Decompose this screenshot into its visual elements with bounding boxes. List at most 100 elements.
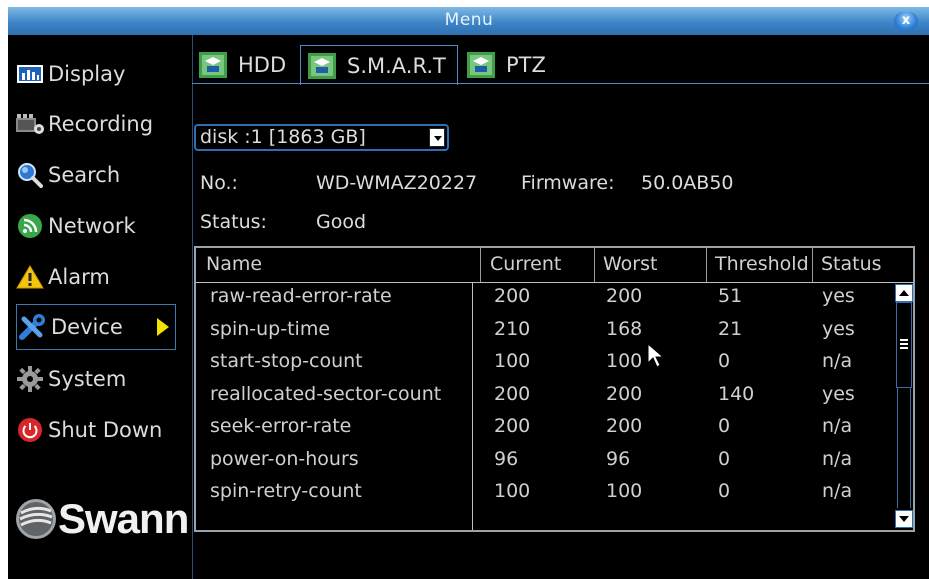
cell-threshold: 0 (718, 448, 731, 470)
cell-status: n/a (822, 350, 853, 372)
tab-smart[interactable]: S.M.A.R.T (300, 45, 458, 85)
cell-worst: 96 (606, 448, 631, 470)
sidebar-item-display[interactable]: Display (14, 51, 182, 97)
smart-table: Name Current Worst Threshold Status raw-… (194, 246, 915, 532)
sidebar: Display Recording Search Network Alarm D… (8, 35, 193, 579)
header-worst: Worst (603, 253, 658, 275)
sidebar-item-alarm[interactable]: Alarm (14, 254, 182, 300)
cell-worst: 200 (606, 285, 643, 307)
table-row[interactable]: reallocated-sector-count 200 200 140 yes (196, 383, 896, 415)
tab-ptz[interactable]: PTZ (466, 45, 546, 85)
disk-select-value: disk :1 [1863 GB] (200, 126, 366, 148)
cell-current: 200 (494, 415, 531, 437)
cell-worst: 100 (606, 350, 643, 372)
table-row[interactable]: power-on-hours 96 96 0 n/a (196, 448, 896, 480)
serial-number-label: No.: (200, 172, 238, 194)
tab-underline (192, 83, 929, 84)
table-row[interactable]: seek-error-rate 200 200 0 n/a (196, 415, 896, 447)
system-icon (14, 365, 46, 393)
device-icon (17, 313, 49, 341)
search-icon (14, 161, 46, 189)
cell-name: start-stop-count (210, 350, 363, 372)
firmware-label: Firmware: (521, 172, 615, 194)
display-icon (14, 60, 46, 88)
chevron-down-icon[interactable] (429, 128, 445, 147)
table-row[interactable]: start-stop-count 100 100 0 n/a (196, 350, 896, 382)
cell-current: 100 (494, 480, 531, 502)
sidebar-item-label: Alarm (48, 265, 110, 289)
swann-logo-icon (16, 499, 56, 539)
sidebar-item-label: Display (48, 62, 126, 86)
sidebar-item-system[interactable]: System (14, 356, 182, 402)
cell-status: yes (822, 285, 855, 307)
active-arrow-icon (157, 318, 169, 336)
sidebar-item-recording[interactable]: Recording (14, 101, 182, 147)
ptz-tab-icon (467, 52, 495, 78)
scroll-thumb[interactable] (896, 302, 912, 388)
cell-name: raw-read-error-rate (210, 285, 392, 307)
header-threshold: Threshold (715, 253, 809, 275)
sidebar-item-network[interactable]: Network (14, 203, 182, 249)
power-icon (14, 416, 46, 444)
cell-current: 100 (494, 350, 531, 372)
sidebar-item-device[interactable]: Device (16, 304, 176, 350)
cell-name: reallocated-sector-count (210, 383, 442, 405)
close-button[interactable]: x (894, 12, 918, 30)
cell-status: n/a (822, 448, 853, 470)
table-header: Name Current Worst Threshold Status (196, 248, 913, 283)
cell-worst: 168 (606, 318, 643, 340)
cell-status: yes (822, 383, 855, 405)
cell-worst: 100 (606, 480, 643, 502)
tab-hdd[interactable]: HDD (198, 45, 286, 85)
network-icon (14, 212, 46, 240)
window-title: Menu (444, 10, 494, 30)
cell-threshold: 21 (718, 318, 743, 340)
cell-name: power-on-hours (210, 448, 359, 470)
tab-label: PTZ (506, 53, 546, 77)
header-divider (706, 248, 707, 282)
sidebar-item-label: Shut Down (48, 418, 163, 442)
swann-logo: Swann (14, 495, 189, 543)
sidebar-item-search[interactable]: Search (14, 152, 182, 198)
sidebar-item-label: Device (51, 315, 123, 339)
sidebar-item-label: Recording (48, 112, 154, 136)
cell-current: 210 (494, 318, 531, 340)
header-name: Name (206, 253, 263, 275)
cell-threshold: 0 (718, 350, 731, 372)
tab-label: HDD (238, 53, 287, 77)
smart-tab-icon (308, 52, 336, 79)
header-divider (812, 248, 813, 282)
cell-name: spin-up-time (210, 318, 331, 340)
sidebar-item-label: Network (48, 214, 136, 238)
cell-current: 200 (494, 383, 531, 405)
cell-current: 200 (494, 285, 531, 307)
hdd-tab-icon (199, 52, 227, 78)
title-bar: Menu x (8, 7, 929, 35)
scroll-down-button[interactable] (895, 510, 913, 528)
scroll-up-button[interactable] (895, 284, 913, 302)
sidebar-item-label: Search (48, 163, 121, 187)
cell-worst: 200 (606, 383, 643, 405)
tab-bar: HDD S.M.A.R.T PTZ (192, 35, 929, 85)
status-value: Good (316, 211, 367, 233)
cell-status: yes (822, 318, 855, 340)
status-label: Status: (200, 211, 267, 233)
table-row[interactable]: spin-up-time 210 168 21 yes (196, 318, 896, 350)
cell-threshold: 0 (718, 415, 731, 437)
cell-worst: 200 (606, 415, 643, 437)
cell-current: 96 (494, 448, 519, 470)
recording-icon (14, 110, 46, 138)
table-row[interactable]: raw-read-error-rate 200 200 51 yes (196, 285, 896, 317)
cell-status: n/a (822, 415, 853, 437)
cell-threshold: 140 (718, 383, 755, 405)
cell-name: seek-error-rate (210, 415, 352, 437)
header-status: Status (821, 253, 882, 275)
mouse-pointer-icon (647, 343, 664, 368)
serial-number-value: WD-WMAZ20227 (316, 172, 478, 194)
disk-select[interactable]: disk :1 [1863 GB] (194, 124, 449, 151)
sidebar-item-shut-down[interactable]: Shut Down (14, 407, 182, 453)
table-row[interactable]: spin-retry-count 100 100 0 n/a (196, 480, 896, 512)
header-divider (480, 248, 481, 282)
table-scrollbar[interactable] (895, 282, 913, 530)
cell-threshold: 0 (718, 480, 731, 502)
